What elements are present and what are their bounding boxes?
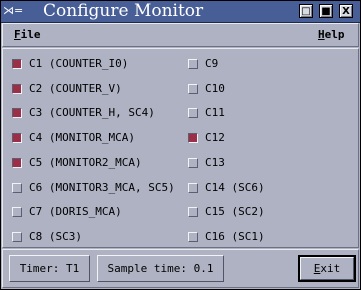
checkbox-indicator[interactable] bbox=[188, 207, 198, 218]
channel-label: C16 (SC1) bbox=[205, 229, 265, 243]
channel-label: C12 bbox=[205, 131, 225, 145]
channel-label: C3 (COUNTER_H, SC4) bbox=[29, 106, 155, 120]
checkbox-indicator[interactable] bbox=[12, 182, 22, 193]
channel-label: C11 bbox=[205, 106, 225, 120]
channel-label: C15 (SC2) bbox=[205, 205, 265, 219]
checkbox-indicator[interactable] bbox=[188, 108, 198, 119]
checkbox-indicator[interactable] bbox=[12, 207, 22, 218]
checkbox-indicator[interactable] bbox=[188, 133, 198, 144]
channel-label: C10 bbox=[205, 81, 225, 95]
channel-label: C6 (MONITOR3_MCA, SC5) bbox=[29, 180, 175, 194]
checkbox-indicator[interactable] bbox=[188, 182, 198, 193]
channel-label: C5 (MONITOR2_MCA) bbox=[29, 155, 142, 169]
channel-label: C1 (COUNTER_I0) bbox=[29, 57, 129, 70]
channel-label: C2 (COUNTER_V) bbox=[29, 81, 122, 95]
file-menu[interactable]: File bbox=[14, 28, 41, 41]
close-icon[interactable]: X bbox=[339, 4, 353, 18]
exit-label: Exit bbox=[300, 257, 354, 280]
channel-label: C13 bbox=[205, 155, 225, 169]
window-title: Configure Monitor bbox=[43, 1, 204, 21]
checkbox-indicator[interactable] bbox=[12, 59, 22, 69]
window-menu-icon[interactable]: ⋊= bbox=[3, 4, 33, 18]
checkbox-indicator[interactable] bbox=[12, 157, 22, 168]
maximize-icon[interactable]: ■ bbox=[319, 4, 333, 18]
checkbox-indicator[interactable] bbox=[12, 108, 22, 119]
checkbox-indicator[interactable] bbox=[12, 231, 22, 242]
checkbox-indicator[interactable] bbox=[188, 83, 198, 94]
title-bar: ⋊= Configure Monitor □ ■ X bbox=[1, 1, 360, 23]
bottom-bar: Timer: T1 Sample time: 0.1 Exit bbox=[2, 249, 359, 288]
sample-time-button[interactable]: Sample time: 0.1 bbox=[97, 255, 224, 282]
checkbox-indicator[interactable] bbox=[12, 83, 22, 94]
checkbox-indicator[interactable] bbox=[12, 133, 22, 144]
checkbox-indicator[interactable] bbox=[188, 59, 198, 69]
exit-rest: xit bbox=[320, 262, 341, 275]
channel-label: C7 (DORIS_MCA) bbox=[29, 205, 122, 219]
help-menu[interactable]: Help bbox=[318, 28, 345, 41]
channel-label: C8 (SC3) bbox=[29, 229, 82, 243]
channel-label: C14 (SC6) bbox=[205, 180, 265, 194]
channel-panel: C1 (COUNTER_I0) C2 (COUNTER_V) C3 (COUNTER… bbox=[2, 48, 359, 248]
configure-monitor-window: ⋊= Configure Monitor □ ■ X File Help C1 … bbox=[0, 0, 361, 290]
exit-button[interactable]: Exit bbox=[298, 255, 356, 282]
channel-label: C4 (MONITOR_MCA) bbox=[29, 131, 135, 145]
iconify-icon[interactable]: □ bbox=[299, 4, 313, 18]
channel-label: C9 bbox=[205, 57, 219, 70]
checkbox-indicator[interactable] bbox=[188, 231, 198, 242]
menu-bar: File Help bbox=[2, 23, 359, 47]
timer-button[interactable]: Timer: T1 bbox=[9, 255, 90, 282]
checkbox-indicator[interactable] bbox=[188, 157, 198, 168]
